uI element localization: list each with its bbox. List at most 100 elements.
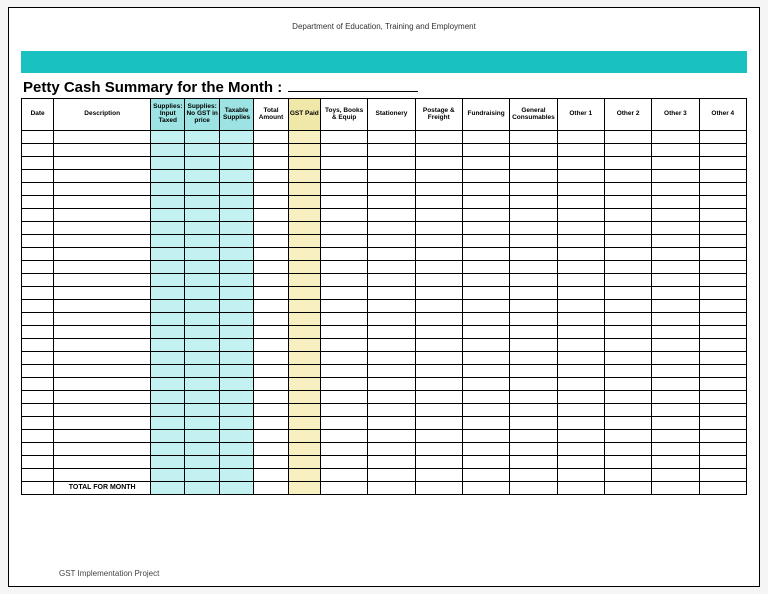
cell[interactable] [462,300,509,313]
cell[interactable] [254,274,288,287]
cell[interactable] [254,248,288,261]
cell[interactable] [415,378,462,391]
cell[interactable] [604,222,651,235]
cell[interactable] [699,417,746,430]
cell[interactable] [604,287,651,300]
cell[interactable] [254,170,288,183]
cell[interactable] [462,391,509,404]
cell[interactable] [288,196,320,209]
cell[interactable] [54,235,151,248]
cell[interactable] [288,391,320,404]
cell[interactable] [185,248,219,261]
cell[interactable] [368,222,415,235]
cell[interactable] [254,482,288,495]
cell[interactable] [288,404,320,417]
cell[interactable] [510,365,557,378]
cell[interactable] [368,456,415,469]
cell[interactable] [254,300,288,313]
cell[interactable] [22,456,54,469]
cell[interactable] [462,287,509,300]
cell[interactable] [368,261,415,274]
cell[interactable] [415,170,462,183]
cell[interactable] [604,183,651,196]
cell[interactable] [510,248,557,261]
cell[interactable] [320,209,367,222]
cell[interactable] [510,339,557,352]
cell[interactable] [151,209,185,222]
cell[interactable] [22,404,54,417]
cell[interactable] [254,430,288,443]
cell[interactable] [557,339,604,352]
cell[interactable] [54,417,151,430]
cell[interactable] [219,196,253,209]
cell[interactable] [54,378,151,391]
cell[interactable] [510,209,557,222]
cell[interactable] [604,430,651,443]
cell[interactable] [415,430,462,443]
cell[interactable] [288,183,320,196]
cell[interactable] [699,209,746,222]
cell[interactable] [415,157,462,170]
cell[interactable] [219,417,253,430]
cell[interactable] [462,131,509,144]
cell[interactable] [699,170,746,183]
cell[interactable] [254,417,288,430]
cell[interactable] [219,183,253,196]
cell[interactable] [151,300,185,313]
cell[interactable] [320,469,367,482]
cell[interactable] [288,430,320,443]
cell[interactable] [22,365,54,378]
cell[interactable] [288,287,320,300]
cell[interactable] [54,157,151,170]
cell[interactable] [288,157,320,170]
cell[interactable] [219,326,253,339]
cell[interactable] [54,131,151,144]
cell[interactable] [510,261,557,274]
cell[interactable] [604,300,651,313]
cell[interactable] [288,131,320,144]
cell[interactable] [652,300,699,313]
cell[interactable] [557,274,604,287]
cell[interactable] [699,131,746,144]
cell[interactable] [22,469,54,482]
cell[interactable] [699,456,746,469]
cell[interactable] [185,326,219,339]
cell[interactable] [22,222,54,235]
cell[interactable] [368,326,415,339]
cell[interactable] [699,352,746,365]
cell[interactable] [22,209,54,222]
cell[interactable] [151,417,185,430]
cell[interactable] [22,417,54,430]
cell[interactable] [185,300,219,313]
cell[interactable] [699,430,746,443]
cell[interactable] [54,365,151,378]
cell[interactable] [368,339,415,352]
cell[interactable] [254,131,288,144]
cell[interactable] [320,235,367,248]
cell[interactable] [151,196,185,209]
cell[interactable] [185,469,219,482]
cell[interactable] [557,417,604,430]
cell[interactable] [699,404,746,417]
cell[interactable] [510,456,557,469]
cell[interactable] [22,352,54,365]
cell[interactable] [368,365,415,378]
cell[interactable] [54,144,151,157]
cell[interactable] [185,352,219,365]
cell[interactable] [22,326,54,339]
cell[interactable] [652,261,699,274]
cell[interactable] [54,261,151,274]
cell[interactable] [462,274,509,287]
cell[interactable] [185,456,219,469]
cell[interactable] [557,430,604,443]
cell[interactable] [462,196,509,209]
cell[interactable] [415,456,462,469]
cell[interactable] [288,443,320,456]
cell[interactable] [151,365,185,378]
cell[interactable] [219,170,253,183]
month-input-line[interactable] [288,80,418,92]
cell[interactable] [652,482,699,495]
cell[interactable] [557,365,604,378]
cell[interactable] [604,157,651,170]
cell[interactable] [510,144,557,157]
